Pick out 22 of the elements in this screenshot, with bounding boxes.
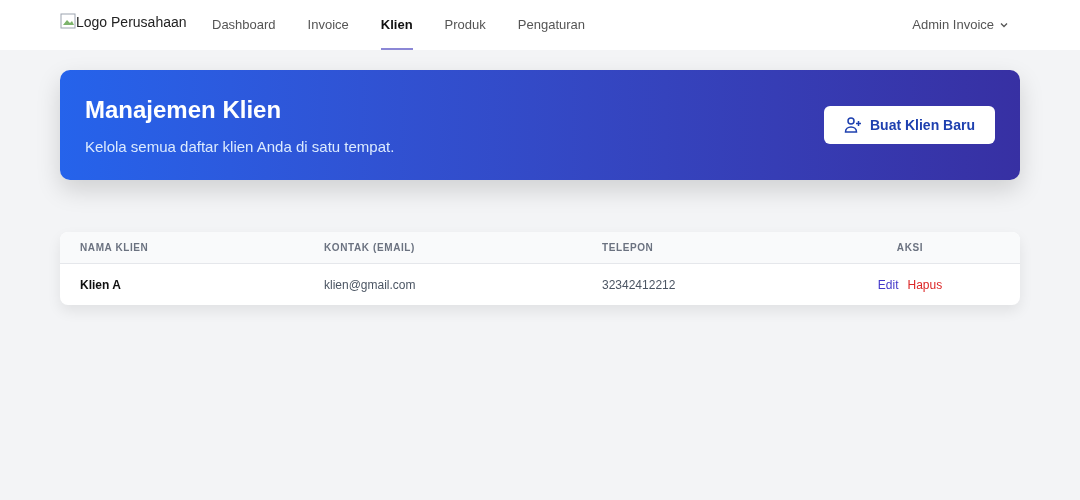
nav-tab[interactable]: Dashboard <box>212 0 276 50</box>
client-name: Klien A <box>80 276 122 294</box>
page-title: Manajemen Klien <box>85 94 283 125</box>
email-cell-text: klien@gmail.com <box>324 276 417 294</box>
nav-tab[interactable]: Produk <box>444 0 486 50</box>
column-header: NAMA KLIEN <box>80 241 150 255</box>
logo-alt-text: Logo Perusahaan <box>76 13 187 32</box>
phone-cell-text: 32342412212 <box>602 276 677 294</box>
nav-tab[interactable]: Klien <box>380 0 413 50</box>
chevron-down-icon <box>1000 21 1008 29</box>
add-user-icon <box>844 116 862 134</box>
user-menu[interactable]: Admin Invoice <box>912 15 1008 35</box>
nav-tab[interactable]: Invoice <box>307 0 349 50</box>
column-header: AKSI <box>896 241 924 255</box>
nav-tab[interactable]: Pengaturan <box>517 0 586 50</box>
broken-image-icon <box>60 13 76 29</box>
new-client-button[interactable]: Buat Klien Baru <box>824 106 995 144</box>
column-header: KONTAK (EMAIL) <box>324 241 416 255</box>
column-header: TELEPON <box>602 241 655 255</box>
delete-link[interactable]: Hapus <box>907 275 943 294</box>
edit-link[interactable]: Edit <box>877 275 899 294</box>
page-subtitle: Kelola semua daftar klien Anda di satu tempat. <box>85 136 395 157</box>
